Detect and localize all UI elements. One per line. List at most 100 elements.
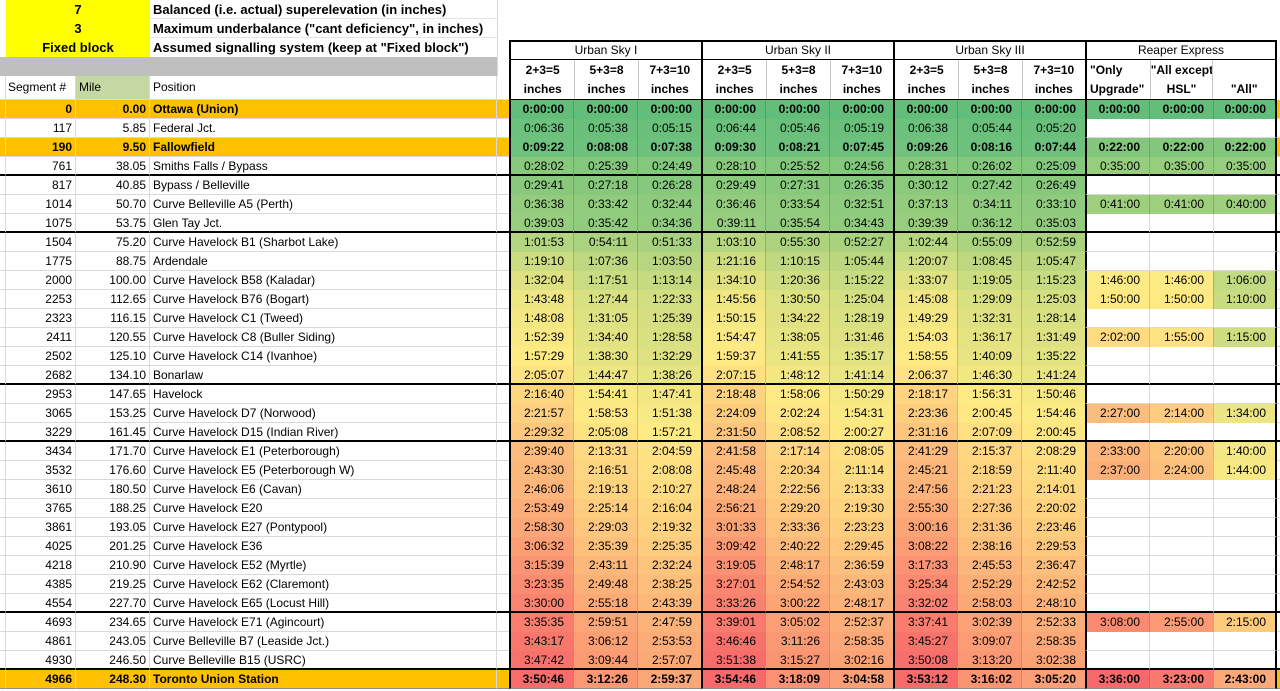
time-cell[interactable]: 0:55:09 <box>957 233 1021 252</box>
time-cell[interactable]: 3:37:41 <box>893 613 957 632</box>
time-cell[interactable]: 3:50:46 <box>509 670 573 689</box>
time-cell[interactable]: 1:38:30 <box>573 347 637 366</box>
mile-cell[interactable]: 5.85 <box>76 119 150 138</box>
time-cell[interactable]: 0:00:00 <box>829 100 893 119</box>
time-cell[interactable]: 1:32:04 <box>509 271 573 290</box>
time-cell[interactable] <box>1213 252 1277 271</box>
time-cell[interactable] <box>1149 518 1213 537</box>
time-cell[interactable]: 0:35:54 <box>765 214 829 233</box>
position-cell[interactable]: Curve Havelock D7 (Norwood) <box>150 404 497 423</box>
time-cell[interactable]: 2:48:10 <box>1021 594 1085 613</box>
time-cell[interactable]: 2:33:36 <box>765 518 829 537</box>
time-cell[interactable]: 1:59:37 <box>701 347 765 366</box>
time-cell[interactable]: 1:34:10 <box>701 271 765 290</box>
time-cell[interactable]: 3:02:39 <box>957 613 1021 632</box>
time-cell[interactable]: 2:14:00 <box>1149 404 1213 423</box>
gap-cell[interactable] <box>497 575 509 594</box>
time-cell[interactable]: 1:52:39 <box>509 328 573 347</box>
time-cell[interactable]: 1:30:50 <box>765 290 829 309</box>
gap-cell[interactable] <box>497 442 509 461</box>
time-cell[interactable]: 2:00:45 <box>1021 423 1085 442</box>
time-cell[interactable]: 0:26:35 <box>829 176 893 195</box>
time-cell[interactable]: 1:47:41 <box>637 385 701 404</box>
segment-cell[interactable]: 4554 <box>6 594 76 613</box>
time-cell[interactable]: 3:16:02 <box>957 670 1021 689</box>
position-cell[interactable]: Curve Belleville A5 (Perth) <box>150 195 497 214</box>
mile-cell[interactable]: 88.75 <box>76 252 150 271</box>
time-cell[interactable]: 1:43:48 <box>509 290 573 309</box>
time-cell[interactable]: 1:54:46 <box>1021 404 1085 423</box>
time-cell[interactable]: 0:27:31 <box>765 176 829 195</box>
time-cell[interactable]: 1:33:07 <box>893 271 957 290</box>
time-cell[interactable]: 0:34:36 <box>637 214 701 233</box>
mile-cell[interactable]: 0.00 <box>76 100 150 119</box>
mile-cell[interactable]: 210.90 <box>76 556 150 575</box>
time-cell[interactable]: 1:28:58 <box>637 328 701 347</box>
time-cell[interactable] <box>1213 594 1277 613</box>
time-cell[interactable]: 2:16:51 <box>573 461 637 480</box>
time-cell[interactable]: 3:09:42 <box>701 537 765 556</box>
time-cell[interactable]: 2:17:14 <box>765 442 829 461</box>
mile-cell[interactable]: 171.70 <box>76 442 150 461</box>
time-cell[interactable]: 0:22:00 <box>1149 138 1213 157</box>
segment-cell[interactable]: 4930 <box>6 651 76 670</box>
time-cell[interactable]: 2:07:15 <box>701 366 765 385</box>
mile-cell[interactable]: 227.70 <box>76 594 150 613</box>
time-cell[interactable]: 3:43:17 <box>509 632 573 651</box>
time-cell[interactable]: 2:22:56 <box>765 480 829 499</box>
gap-cell[interactable] <box>497 385 509 404</box>
time-cell[interactable]: 0:30:12 <box>893 176 957 195</box>
mile-column-header[interactable]: Mile <box>76 76 150 100</box>
time-cell[interactable]: 1:44:47 <box>573 366 637 385</box>
position-cell[interactable]: Curve Havelock E65 (Locust Hill) <box>150 594 497 613</box>
time-cell[interactable]: 2:27:36 <box>957 499 1021 518</box>
time-cell[interactable]: 0:25:39 <box>573 157 637 176</box>
time-cell[interactable]: 1:08:45 <box>957 252 1021 271</box>
time-cell[interactable]: 0:41:00 <box>1149 195 1213 214</box>
time-cell[interactable]: 2:36:47 <box>1021 556 1085 575</box>
position-cell[interactable]: Smiths Falls / Bypass <box>150 157 497 176</box>
time-cell[interactable]: 2:23:23 <box>829 518 893 537</box>
segment-cell[interactable]: 4385 <box>6 575 76 594</box>
time-cell[interactable]: 1:46:30 <box>957 366 1021 385</box>
time-cell[interactable]: 0:34:11 <box>957 195 1021 214</box>
time-cell[interactable]: 2:19:13 <box>573 480 637 499</box>
time-cell[interactable] <box>1213 366 1277 385</box>
position-cell[interactable]: Ardendale <box>150 252 497 271</box>
mile-cell[interactable]: 201.25 <box>76 537 150 556</box>
position-cell[interactable]: Curve Havelock E62 (Claremont) <box>150 575 497 594</box>
time-cell[interactable]: 2:18:17 <box>893 385 957 404</box>
time-cell[interactable]: 1:54:41 <box>573 385 637 404</box>
time-cell[interactable]: 2:48:17 <box>829 594 893 613</box>
subcolumn-header-line1[interactable]: 5+3=8 <box>766 60 829 80</box>
time-cell[interactable]: 1:45:56 <box>701 290 765 309</box>
time-cell[interactable]: 2:45:53 <box>957 556 1021 575</box>
time-cell[interactable]: 2:00:27 <box>829 423 893 442</box>
time-cell[interactable] <box>1085 119 1149 138</box>
time-cell[interactable] <box>1213 537 1277 556</box>
time-cell[interactable]: 0:54:11 <box>573 233 637 252</box>
time-cell[interactable]: 0:00:00 <box>637 100 701 119</box>
time-cell[interactable] <box>1149 575 1213 594</box>
segment-cell[interactable]: 3229 <box>6 423 76 442</box>
time-cell[interactable]: 0:27:18 <box>573 176 637 195</box>
segment-column-header[interactable]: Segment # <box>6 76 76 100</box>
time-cell[interactable]: 2:24:09 <box>701 404 765 423</box>
time-cell[interactable] <box>1149 233 1213 252</box>
time-cell[interactable]: 2:47:59 <box>637 613 701 632</box>
mile-cell[interactable]: 134.10 <box>76 366 150 385</box>
time-cell[interactable]: 3:15:27 <box>765 651 829 670</box>
time-cell[interactable] <box>1213 233 1277 252</box>
time-cell[interactable]: 0:24:56 <box>829 157 893 176</box>
time-cell[interactable]: 2:16:40 <box>509 385 573 404</box>
time-cell[interactable] <box>1085 176 1149 195</box>
time-cell[interactable]: 1:46:00 <box>1085 271 1149 290</box>
group-name-cell[interactable]: Urban Sky I <box>511 42 701 60</box>
time-cell[interactable] <box>1213 575 1277 594</box>
time-cell[interactable]: 2:54:52 <box>765 575 829 594</box>
time-cell[interactable]: 1:15:22 <box>829 271 893 290</box>
mile-cell[interactable]: 75.20 <box>76 233 150 252</box>
time-cell[interactable]: 3:47:42 <box>509 651 573 670</box>
mile-cell[interactable]: 246.50 <box>76 651 150 670</box>
time-cell[interactable]: 2:08:05 <box>829 442 893 461</box>
